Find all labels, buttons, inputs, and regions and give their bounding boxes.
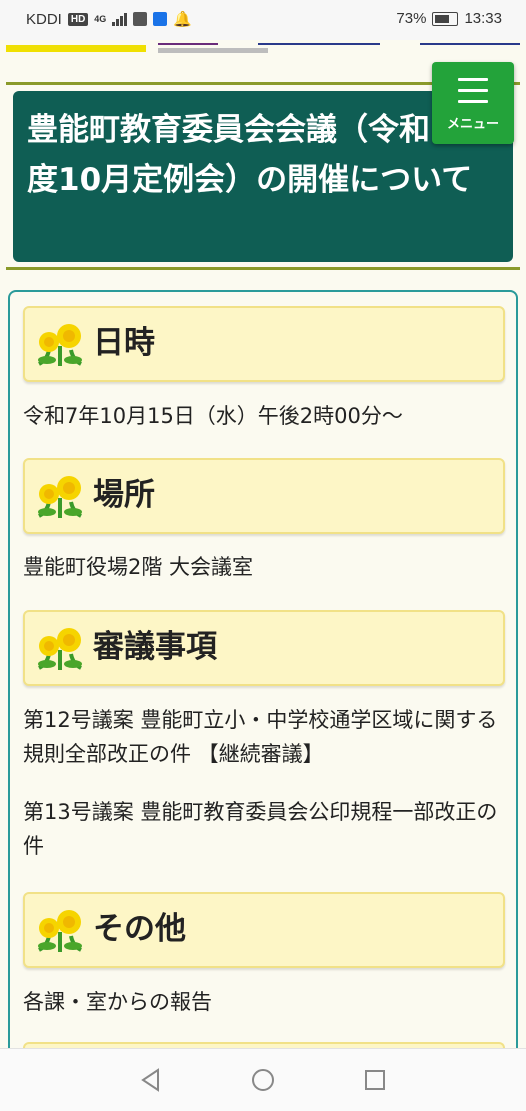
section-heading-text: 審議事項 xyxy=(93,629,217,665)
tab-indicator[interactable] xyxy=(420,43,520,45)
section-heading-text: 日時 xyxy=(93,325,155,361)
signal-icon xyxy=(112,12,128,26)
section-heading: 場所 xyxy=(23,458,505,534)
section-paragraph: 第12号議案 豊能町立小・中学校通学区域に関する規則全部改正の件 【継続審議】 xyxy=(23,708,498,766)
section-paragraph: 豊能町役場2階 大会議室 xyxy=(23,555,254,579)
tab-indicator-active[interactable] xyxy=(6,45,146,52)
carrier-label: KDDI xyxy=(26,10,62,28)
tab-indicator[interactable] xyxy=(158,43,218,45)
notification-image-icon xyxy=(133,12,148,26)
dandelion-flower-icon xyxy=(38,324,82,366)
section-paragraph: 各課・室からの報告 xyxy=(23,990,212,1014)
section-heading: その他 xyxy=(23,892,505,968)
content-panel: 日時 令和7年10月15日（水）午後2時00分〜 場所 豊能町役場2階 大会議室… xyxy=(8,290,518,1084)
home-circle-icon[interactable] xyxy=(250,1067,276,1093)
section-heading: 日時 xyxy=(23,306,505,382)
status-bar: KDDI HD 4G 🔔 73% 13:33 xyxy=(0,0,526,40)
status-right: 73% 13:33 xyxy=(396,10,502,27)
section-paragraph: 第13号議案 豊能町教育委員会公印規程一部改正の件 xyxy=(23,800,498,858)
menu-button-label: メニュー xyxy=(446,117,499,132)
dandelion-flower-icon xyxy=(38,628,82,670)
back-triangle-icon[interactable] xyxy=(138,1067,164,1093)
section-paragraph: 令和7年10月15日（水）午後2時00分〜 xyxy=(23,404,403,428)
clock: 13:33 xyxy=(464,10,502,27)
hd-badge: HD xyxy=(67,12,89,26)
section-heading-text: その他 xyxy=(93,911,186,947)
battery-icon xyxy=(432,11,459,26)
battery-percent: 73% xyxy=(396,10,427,27)
title-bottom-rule xyxy=(6,267,520,270)
hamburger-icon xyxy=(458,78,488,111)
scroll-indicator xyxy=(158,48,268,53)
section-heading-text: 場所 xyxy=(93,477,155,513)
dandelion-flower-icon xyxy=(38,476,82,518)
menu-button[interactable]: メニュー xyxy=(432,62,514,144)
status-left: KDDI HD 4G 🔔 xyxy=(26,10,192,29)
recents-square-icon[interactable] xyxy=(362,1067,388,1093)
dandelion-flower-icon xyxy=(38,910,82,952)
bell-icon: 🔔 xyxy=(173,11,192,28)
section-heading: 審議事項 xyxy=(23,610,505,686)
shield-app-icon xyxy=(153,12,168,26)
tab-indicator[interactable] xyxy=(258,43,380,45)
nav-tab-strip xyxy=(0,40,526,60)
network-label: 4G xyxy=(94,14,107,24)
system-nav-bar xyxy=(0,1048,526,1111)
